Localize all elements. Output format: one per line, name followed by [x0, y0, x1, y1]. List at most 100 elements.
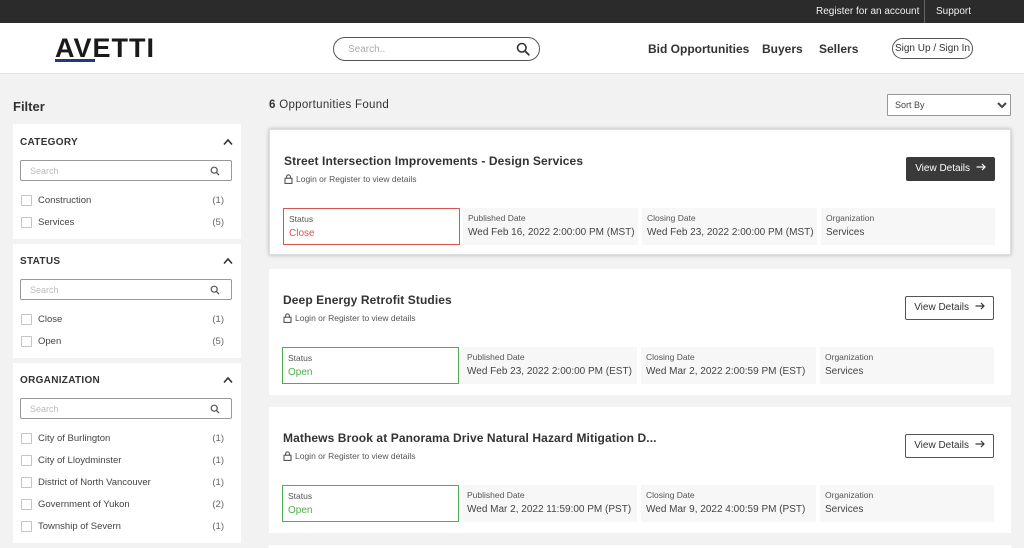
view-details-label: View Details: [914, 302, 970, 313]
status-cell: Status Open: [282, 485, 459, 522]
status-value: Open: [288, 505, 313, 516]
category-search-input[interactable]: [30, 164, 200, 177]
nav-sellers[interactable]: Sellers: [819, 42, 858, 56]
login-prompt[interactable]: Login or Register to view details: [295, 313, 415, 323]
organization-value: Services: [825, 366, 864, 377]
organization-search-input[interactable]: [30, 402, 200, 415]
opportunity-card[interactable]: Mathews Brook at Panorama Drive Natural …: [269, 407, 1011, 533]
filter-option-label: Construction: [38, 195, 92, 206]
view-details-button[interactable]: View Details: [906, 157, 995, 181]
checkbox[interactable]: [21, 195, 32, 206]
filter-panel-organization: ORGANIZATION City of Burlington (1) City…: [13, 363, 241, 543]
filter-option-label: City of Lloydminster: [38, 455, 122, 466]
arrow-right-icon: [975, 302, 985, 310]
filter-option[interactable]: Open (5): [20, 335, 232, 349]
filter-option-count: (1): [212, 521, 224, 532]
filter-option-label: Services: [38, 217, 75, 228]
site-search-input[interactable]: [348, 41, 508, 57]
filter-option[interactable]: City of Burlington (1): [20, 432, 232, 446]
checkbox[interactable]: [21, 217, 32, 228]
filter-option[interactable]: Close (1): [20, 313, 232, 327]
chevron-up-icon[interactable]: [223, 376, 233, 384]
search-icon[interactable]: [210, 404, 220, 414]
checkbox[interactable]: [21, 521, 32, 532]
status-label: Status: [288, 491, 313, 501]
filter-option-label: Government of Yukon: [38, 499, 130, 510]
opportunity-card[interactable]: Deep Energy Retrofit Studies Login or Re…: [269, 269, 1011, 395]
filter-option-count: (1): [212, 195, 224, 206]
published-date-cell: Published Date Wed Feb 16, 2022 2:00:00 …: [463, 208, 638, 245]
filter-option[interactable]: District of North Vancouver (1): [20, 476, 232, 490]
closing-date-label: Closing Date: [647, 213, 696, 223]
filter-option-count: (1): [212, 477, 224, 488]
chevron-up-icon[interactable]: [223, 138, 233, 146]
search-icon[interactable]: [210, 166, 220, 176]
checkbox[interactable]: [21, 336, 32, 347]
filter-panel-status: STATUS Close (1) Open (5): [13, 244, 241, 358]
opportunity-title[interactable]: Mathews Brook at Panorama Drive Natural …: [283, 431, 657, 445]
filter-option-count: (5): [212, 336, 224, 347]
arrow-right-icon: [976, 163, 986, 171]
filter-option-count: (2): [212, 499, 224, 510]
published-date-label: Published Date: [467, 352, 525, 362]
checkbox[interactable]: [21, 314, 32, 325]
checkbox[interactable]: [21, 499, 32, 510]
filter-option-label: Township of Severn: [38, 521, 121, 532]
topbar-divider: [924, 0, 925, 23]
lock-icon: [283, 313, 292, 323]
results-count: 6 Opportunities Found: [269, 99, 389, 111]
view-details-button[interactable]: View Details: [905, 296, 994, 320]
logo[interactable]: AVETTI: [55, 35, 155, 62]
organization-cell: Organization Services: [820, 485, 994, 522]
chevron-up-icon[interactable]: [223, 257, 233, 265]
published-date-cell: Published Date Wed Mar 2, 2022 11:59:00 …: [462, 485, 637, 522]
closing-date-value: Wed Mar 2, 2022 2:00:59 PM (EST): [646, 366, 806, 377]
opportunity-card[interactable]: Street Intersection Improvements - Desig…: [269, 129, 1011, 255]
view-details-label: View Details: [915, 163, 971, 174]
organization-cell: Organization Services: [820, 347, 994, 384]
arrow-right-icon: [975, 440, 985, 448]
opportunity-title[interactable]: Street Intersection Improvements - Desig…: [284, 154, 583, 168]
filter-option-count: (1): [212, 314, 224, 325]
published-date-value: Wed Feb 16, 2022 2:00:00 PM (MST): [468, 227, 635, 238]
filter-heading-organization: ORGANIZATION: [20, 375, 101, 386]
organization-search: [20, 398, 232, 419]
filter-option[interactable]: Construction (1): [20, 194, 232, 208]
organization-label: Organization: [826, 213, 875, 223]
organization-label: Organization: [825, 352, 874, 362]
login-prompt[interactable]: Login or Register to view details: [296, 174, 416, 184]
nav-buyers[interactable]: Buyers: [762, 42, 803, 56]
search-icon[interactable]: [516, 42, 530, 56]
nav-bid-opportunities[interactable]: Bid Opportunities: [648, 42, 749, 56]
sort-by-select[interactable]: Sort By: [887, 94, 1011, 116]
login-prompt[interactable]: Login or Register to view details: [295, 451, 415, 461]
filter-title: Filter: [13, 99, 45, 114]
sign-in-button[interactable]: Sign Up / Sign In: [892, 38, 973, 59]
filter-option[interactable]: Government of Yukon (2): [20, 498, 232, 512]
published-date-value: Wed Feb 23, 2022 2:00:00 PM (EST): [467, 366, 632, 377]
checkbox[interactable]: [21, 455, 32, 466]
checkbox[interactable]: [21, 477, 32, 488]
register-link[interactable]: Register for an account: [816, 0, 919, 23]
filter-option[interactable]: City of Lloydminster (1): [20, 454, 232, 468]
logo-accent: [55, 59, 95, 62]
closing-date-cell: Closing Date Wed Mar 9, 2022 4:00:59 PM …: [641, 485, 816, 522]
lock-icon: [283, 451, 292, 461]
filter-option-label: Close: [38, 314, 63, 325]
category-search: [20, 160, 232, 181]
status-search-input[interactable]: [30, 283, 200, 296]
filter-option-count: (1): [212, 455, 224, 466]
filter-heading-category: CATEGORY: [20, 137, 78, 148]
filter-heading-status: STATUS: [20, 256, 61, 267]
filter-option[interactable]: Services (5): [20, 216, 232, 230]
support-link[interactable]: Support: [936, 0, 971, 23]
lock-icon: [284, 174, 293, 184]
search-icon[interactable]: [210, 285, 220, 295]
view-details-button[interactable]: View Details: [905, 434, 994, 458]
organization-value: Services: [826, 227, 865, 238]
checkbox[interactable]: [21, 433, 32, 444]
opportunity-title[interactable]: Deep Energy Retrofit Studies: [283, 293, 452, 307]
closing-date-value: Wed Feb 23, 2022 2:00:00 PM (MST): [647, 227, 814, 238]
organization-cell: Organization Services: [821, 208, 995, 245]
filter-option[interactable]: Township of Severn (1): [20, 520, 232, 534]
